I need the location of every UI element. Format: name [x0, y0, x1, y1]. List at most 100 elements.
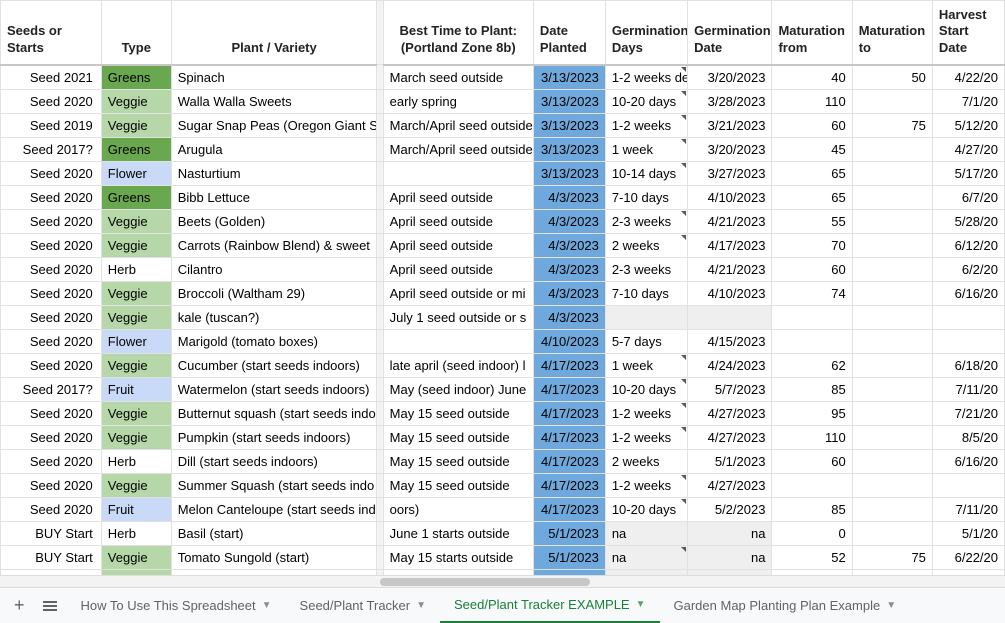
cell-plant[interactable]: Spinach [171, 65, 377, 90]
cell-seeds[interactable]: Seed 2020 [1, 401, 102, 425]
chevron-down-icon[interactable]: ▼ [636, 599, 646, 610]
cell-seeds[interactable]: Seed 2020 [1, 497, 102, 521]
cell-type[interactable]: Herb [101, 521, 171, 545]
cell-harvest[interactable]: 6/16/20 [932, 449, 1004, 473]
cell-maturation-to[interactable] [852, 257, 932, 281]
table-row[interactable]: Seed 2020Veggiekale (tuscan?)July 1 seed… [1, 305, 1005, 329]
cell-plant[interactable]: Cucumber (start seeds indoors) [171, 353, 377, 377]
cell-maturation-from[interactable]: 62 [772, 353, 852, 377]
cell-best-time[interactable] [383, 329, 533, 353]
cell-germ-date[interactable]: 5/1/2023 [688, 449, 772, 473]
cell-maturation-from[interactable] [772, 329, 852, 353]
cell-plant[interactable]: Broccoli (Waltham 29) [171, 281, 377, 305]
cell-harvest[interactable]: 6/7/20 [932, 185, 1004, 209]
cell-germ-date[interactable]: 4/10/2023 [688, 281, 772, 305]
table-row[interactable]: Seed 2020VeggieBroccoli (Waltham 29)Apri… [1, 281, 1005, 305]
table-row[interactable]: Seed 2020FlowerMarigold (tomato boxes)4/… [1, 329, 1005, 353]
cell-maturation-to[interactable] [852, 497, 932, 521]
cell-maturation-from[interactable]: 70 [772, 233, 852, 257]
cell-maturation-to[interactable] [852, 353, 932, 377]
cell-maturation-from[interactable]: 55 [772, 209, 852, 233]
cell-type[interactable]: Herb [101, 449, 171, 473]
cell-harvest[interactable]: 6/22/20 [932, 545, 1004, 569]
cell-germ-days[interactable]: 10-20 days [605, 89, 687, 113]
cell-maturation-to[interactable] [852, 329, 932, 353]
cell-germ-days[interactable]: 2-3 weeks [605, 209, 687, 233]
cell-plant[interactable]: Summer Squash (start seeds indo [171, 473, 377, 497]
cell-best-time[interactable]: May 15 seed outside [383, 401, 533, 425]
cell-seeds[interactable]: Seed 2020 [1, 449, 102, 473]
cell-maturation-to[interactable] [852, 473, 932, 497]
cell-germ-days[interactable]: 1-2 weeks [605, 401, 687, 425]
sheet-tab[interactable]: Seed/Plant Tracker▼ [286, 588, 440, 623]
cell-maturation-to[interactable] [852, 89, 932, 113]
cell-maturation-to[interactable] [852, 449, 932, 473]
cell-seeds[interactable]: Seed 2020 [1, 185, 102, 209]
cell-harvest[interactable] [932, 305, 1004, 329]
cell-germ-date[interactable]: 4/10/2023 [688, 185, 772, 209]
cell-best-time[interactable]: April seed outside [383, 233, 533, 257]
cell-harvest[interactable] [932, 329, 1004, 353]
cell-best-time[interactable]: April seed outside [383, 185, 533, 209]
cell-maturation-to[interactable]: 75 [852, 113, 932, 137]
cell-germ-days[interactable]: 7-10 days [605, 281, 687, 305]
cell-germ-days[interactable] [605, 305, 687, 329]
cell-seeds[interactable]: Seed 2020 [1, 233, 102, 257]
table-row[interactable]: Seed 2020VeggieButternut squash (start s… [1, 401, 1005, 425]
cell-germ-date[interactable]: 3/20/2023 [688, 137, 772, 161]
sheet-tab[interactable]: How To Use This Spreadsheet▼ [67, 588, 286, 623]
cell-plant[interactable]: Cilantro [171, 257, 377, 281]
cell-type[interactable]: Greens [101, 65, 171, 90]
cell-germ-date[interactable]: 3/27/2023 [688, 161, 772, 185]
cell-date-planted[interactable]: 4/17/2023 [533, 497, 605, 521]
cell-harvest[interactable]: 7/11/20 [932, 497, 1004, 521]
cell-seeds[interactable]: Seed 2020 [1, 329, 102, 353]
cell-germ-days[interactable]: 1 week [605, 353, 687, 377]
cell-germ-days[interactable]: 2-3 weeks [605, 257, 687, 281]
cell-germ-date[interactable]: 3/21/2023 [688, 113, 772, 137]
cell-germ-days[interactable]: 1-2 weeks dep [605, 65, 687, 90]
cell-best-time[interactable] [383, 161, 533, 185]
cell-date-planted[interactable]: 4/17/2023 [533, 473, 605, 497]
cell-date-planted[interactable]: 4/3/2023 [533, 209, 605, 233]
cell-maturation-from[interactable]: 65 [772, 161, 852, 185]
cell-germ-days[interactable]: 10-14 days [605, 161, 687, 185]
table-row[interactable]: Seed 2019VeggieSugar Snap Peas (Oregon G… [1, 113, 1005, 137]
cell-best-time[interactable]: July 1 seed outside or s [383, 305, 533, 329]
cell-maturation-to[interactable] [852, 521, 932, 545]
cell-maturation-from[interactable]: 74 [772, 281, 852, 305]
cell-plant[interactable]: Walla Walla Sweets [171, 89, 377, 113]
cell-plant[interactable]: Butternut squash (start seeds indo [171, 401, 377, 425]
cell-date-planted[interactable]: 4/10/2023 [533, 329, 605, 353]
cell-harvest[interactable]: 6/16/20 [932, 281, 1004, 305]
cell-seeds[interactable]: BUY Start [1, 545, 102, 569]
cell-type[interactable]: Veggie [101, 425, 171, 449]
cell-type[interactable]: Herb [101, 257, 171, 281]
cell-maturation-from[interactable]: 60 [772, 257, 852, 281]
cell-type[interactable]: Veggie [101, 281, 171, 305]
cell-type[interactable]: Greens [101, 185, 171, 209]
cell-harvest[interactable]: 5/17/20 [932, 161, 1004, 185]
cell-germ-date[interactable]: na [688, 545, 772, 569]
cell-plant[interactable]: Marigold (tomato boxes) [171, 329, 377, 353]
cell-maturation-from[interactable]: 110 [772, 425, 852, 449]
table-row[interactable]: Seed 2017?GreensArugulaMarch/April seed … [1, 137, 1005, 161]
cell-date-planted[interactable]: 4/3/2023 [533, 257, 605, 281]
cell-harvest[interactable]: 4/27/20 [932, 137, 1004, 161]
cell-date-planted[interactable]: 3/13/2023 [533, 113, 605, 137]
cell-maturation-to[interactable] [852, 137, 932, 161]
cell-maturation-to[interactable]: 50 [852, 65, 932, 90]
cell-maturation-to[interactable] [852, 305, 932, 329]
cell-plant[interactable]: Basil (start) [171, 521, 377, 545]
chevron-down-icon[interactable]: ▼ [262, 600, 272, 611]
table-row[interactable]: Seed 2020HerbDill (start seeds indoors)M… [1, 449, 1005, 473]
cell-best-time[interactable]: May 15 seed outside [383, 473, 533, 497]
cell-type[interactable]: Veggie [101, 473, 171, 497]
cell-best-time[interactable]: April seed outside [383, 209, 533, 233]
table-row[interactable]: Seed 2020FruitMelon Canteloupe (start se… [1, 497, 1005, 521]
cell-germ-date[interactable]: 4/27/2023 [688, 473, 772, 497]
cell-germ-date[interactable]: 4/27/2023 [688, 401, 772, 425]
cell-germ-date[interactable]: 3/28/2023 [688, 89, 772, 113]
cell-plant[interactable]: Carrots (Rainbow Blend) & sweet [171, 233, 377, 257]
cell-maturation-from[interactable] [772, 473, 852, 497]
